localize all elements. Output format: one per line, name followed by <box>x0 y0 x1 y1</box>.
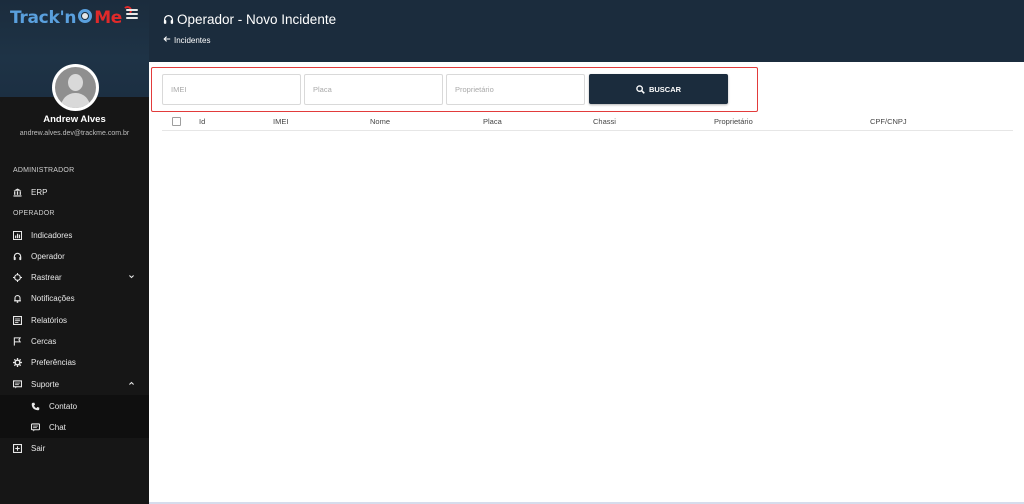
page-title: Operador - Novo Incidente <box>163 12 336 27</box>
logo-text-track: Track'n <box>10 8 77 28</box>
chart-icon <box>12 231 22 241</box>
column-header-nome[interactable]: Nome <box>370 117 390 126</box>
gear-icon <box>12 358 22 368</box>
sidebar-item-suporte[interactable]: Suporte <box>0 374 149 395</box>
logo-text-me: Me <box>94 6 133 28</box>
results-table-header: Id IMEI Nome Placa Chassi Proprietário C… <box>162 114 1013 131</box>
section-label-admin: ADMINISTRADOR <box>13 167 75 174</box>
sidebar-item-label: Sair <box>31 444 46 453</box>
arrow-left-icon <box>163 35 171 45</box>
report-icon <box>12 316 22 326</box>
crosshair-icon <box>12 273 22 283</box>
sidebar-item-rastrear[interactable]: Rastrear <box>0 267 149 288</box>
logo[interactable]: Track'n Me <box>10 6 133 29</box>
placa-field[interactable] <box>304 74 443 105</box>
chevron-up-icon[interactable] <box>128 380 135 389</box>
sidebar-item-operador[interactable]: Operador <box>0 246 149 267</box>
sidebar-item-label: Notificações <box>31 294 75 303</box>
column-header-id[interactable]: Id <box>199 117 205 126</box>
sidebar-item-chat[interactable]: Chat <box>0 417 149 438</box>
breadcrumb-label: Incidentes <box>174 35 211 45</box>
sidebar-item-label: Preferências <box>31 358 76 367</box>
sidebar-item-sair[interactable]: Sair <box>0 438 149 459</box>
column-header-chassi[interactable]: Chassi <box>593 117 616 126</box>
search-button[interactable]: BUSCAR <box>589 74 728 104</box>
bell-icon <box>12 294 22 304</box>
placa-input[interactable] <box>305 75 442 104</box>
phone-icon <box>30 402 40 412</box>
location-pin-icon <box>77 9 93 27</box>
menu-toggle-icon[interactable] <box>126 9 138 19</box>
proprietario-input[interactable] <box>447 75 584 104</box>
sidebar-item-indicadores[interactable]: Indicadores <box>0 225 149 246</box>
column-header-placa[interactable]: Placa <box>483 117 502 126</box>
search-icon <box>636 84 646 94</box>
chat-icon <box>30 423 40 433</box>
sidebar-item-label: Rastrear <box>31 273 62 282</box>
sidebar-item-cercas[interactable]: Cercas <box>0 331 149 352</box>
headset-icon <box>163 14 174 25</box>
column-header-imei[interactable]: IMEI <box>273 117 288 126</box>
flag-icon <box>12 337 22 347</box>
sidebar-item-label: Suporte <box>31 380 60 389</box>
sidebar-item-label: Cercas <box>31 337 57 346</box>
avatar[interactable] <box>52 64 99 111</box>
sidebar-item-label: Chat <box>49 423 66 432</box>
user-placeholder-icon <box>55 67 96 108</box>
sidebar-item-notificacoes[interactable]: Notificações <box>0 288 149 309</box>
sidebar-item-label: ERP <box>31 188 48 197</box>
imei-input[interactable] <box>163 75 300 104</box>
select-all-checkbox[interactable] <box>172 117 181 126</box>
sidebar-item-label: Indicadores <box>31 231 73 240</box>
column-header-cpf-cnpj[interactable]: CPF/CNPJ <box>870 117 907 126</box>
sidebar-item-contato[interactable]: Contato <box>0 396 149 417</box>
sidebar: Track'n Me Andrew Alves andrew.alves.dev… <box>0 0 149 504</box>
page-header: Operador - Novo Incidente Incidentes <box>149 0 1024 62</box>
sidebar-item-relatorios[interactable]: Relatórios <box>0 310 149 331</box>
sidebar-item-preferencias[interactable]: Preferências <box>0 352 149 373</box>
exit-icon <box>12 444 22 454</box>
sidebar-item-erp[interactable]: ERP <box>0 182 149 203</box>
comment-icon <box>12 380 22 390</box>
bank-icon <box>12 188 22 198</box>
user-email: andrew.alves.dev@trackme.com.br <box>19 130 130 137</box>
page-title-text: Operador - Novo Incidente <box>177 12 337 27</box>
search-button-label: BUSCAR <box>648 84 682 94</box>
breadcrumb-back-link[interactable]: Incidentes <box>163 35 210 45</box>
headset-icon <box>12 252 22 262</box>
section-label-operator: OPERADOR <box>13 210 55 217</box>
imei-field[interactable] <box>162 74 301 105</box>
proprietario-field[interactable] <box>446 74 585 105</box>
sidebar-item-label: Contato <box>49 402 78 411</box>
user-name: Andrew Alves <box>43 114 106 125</box>
column-header-proprietario[interactable]: Proprietário <box>714 117 753 126</box>
sidebar-item-label: Relatórios <box>31 316 68 325</box>
sidebar-item-label: Operador <box>31 252 65 261</box>
chevron-down-icon[interactable] <box>128 273 135 282</box>
